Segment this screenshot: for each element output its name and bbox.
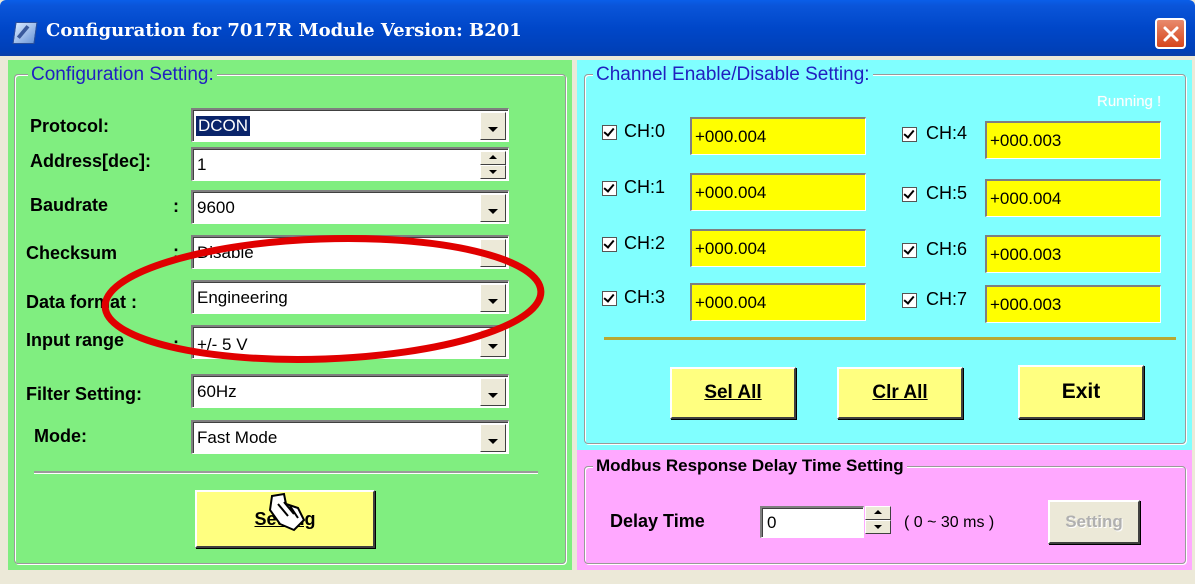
input-range-select[interactable]: +/- 5 V — [191, 325, 509, 359]
mode-label: Mode: — [34, 426, 87, 446]
checksum-label: Checksum — [26, 243, 118, 263]
ch1-checkbox[interactable] — [602, 181, 617, 196]
input-range-label: Input range — [26, 330, 124, 350]
chevron-down-icon[interactable] — [480, 239, 506, 267]
ch4-label: CH:4 — [926, 123, 968, 143]
window-bottom-edge — [0, 570, 1195, 584]
data-format-label: Data format : — [26, 292, 138, 312]
chevron-down-icon[interactable] — [480, 284, 506, 312]
checksum-value: Disable — [197, 243, 254, 262]
ch5-value: +000.004 — [985, 179, 1161, 217]
ch0-checkbox[interactable] — [602, 125, 617, 140]
chevron-down-icon[interactable] — [480, 378, 506, 406]
delay-time-input[interactable]: 0 — [760, 506, 864, 538]
delay-setting-label: Setting — [1065, 512, 1123, 531]
data-format-value: Engineering — [197, 288, 288, 307]
delay-time-spinner[interactable] — [865, 506, 891, 534]
input-range-value: +/- 5 V — [197, 335, 248, 354]
ch7-value: +000.003 — [985, 285, 1161, 323]
checksum-select[interactable]: Disable — [191, 235, 509, 269]
ch0-label: CH:0 — [624, 121, 666, 141]
data-format-select[interactable]: Engineering — [191, 280, 509, 314]
mode-value: Fast Mode — [197, 428, 278, 447]
config-separator — [34, 471, 538, 474]
mode-select[interactable]: Fast Mode — [191, 420, 509, 454]
ch4-value: +000.003 — [985, 121, 1161, 159]
clr-all-button[interactable]: Clr All — [837, 367, 963, 419]
title-bar: Configuration for 7017R Module Version: … — [0, 0, 1195, 56]
hand-cursor-icon — [268, 492, 306, 532]
ch3-value: +000.004 — [690, 283, 866, 321]
window-title: Configuration for 7017R Module Version: … — [46, 20, 522, 41]
exit-button[interactable]: Exit — [1018, 365, 1144, 419]
baudrate-value: 9600 — [197, 198, 235, 217]
address-label: Address[dec]: — [30, 151, 152, 171]
baudrate-colon: : — [173, 196, 179, 216]
delay-time-value: 0 — [767, 513, 777, 532]
chevron-down-icon[interactable] — [480, 194, 506, 222]
protocol-select[interactable]: DCON — [191, 108, 509, 142]
delay-range-text: ( 0 ~ 30 ms ) — [904, 514, 995, 531]
address-spinbox[interactable]: 1 — [191, 147, 509, 181]
ch6-checkbox[interactable] — [902, 243, 917, 258]
ch0-value: +000.004 — [690, 117, 866, 155]
sel-all-label: Sel All — [704, 382, 762, 403]
spin-down-icon[interactable] — [865, 520, 891, 534]
spin-down-icon[interactable] — [480, 165, 506, 179]
protocol-value: DCON — [196, 116, 251, 136]
address-value: 1 — [197, 155, 207, 174]
chevron-down-icon[interactable] — [480, 112, 506, 140]
baudrate-label: Baudrate — [30, 195, 109, 215]
ch3-checkbox[interactable] — [602, 291, 617, 306]
clr-all-label: Clr All — [872, 382, 928, 403]
ch2-checkbox[interactable] — [602, 237, 617, 252]
filter-setting-value: 60Hz — [197, 382, 237, 401]
protocol-label: Protocol: — [30, 116, 109, 136]
ch3-label: CH:3 — [624, 287, 666, 307]
filter-setting-select[interactable]: 60Hz — [191, 374, 509, 408]
modbus-group-title: Modbus Response Delay Time Setting — [593, 456, 907, 476]
ch7-label: CH:7 — [926, 289, 968, 309]
input-range-colon: : — [173, 334, 179, 354]
sel-all-button[interactable]: Sel All — [670, 367, 796, 419]
config-group-title: Configuration Setting: — [28, 64, 217, 86]
address-spinner[interactable] — [480, 151, 506, 179]
delay-time-label: Delay Time — [610, 511, 705, 531]
ch2-value: +000.004 — [690, 229, 866, 267]
close-button[interactable] — [1155, 18, 1186, 49]
close-icon — [1163, 26, 1178, 41]
channel-separator — [604, 337, 1176, 340]
ch1-value: +000.004 — [690, 173, 866, 211]
filter-setting-label: Filter Setting: — [26, 384, 142, 404]
chevron-down-icon[interactable] — [480, 329, 506, 357]
chevron-down-icon[interactable] — [480, 424, 506, 452]
app-icon — [12, 22, 38, 44]
checksum-colon: : — [173, 242, 179, 262]
ch1-label: CH:1 — [624, 177, 666, 197]
ch5-label: CH:5 — [926, 183, 968, 203]
delay-setting-button[interactable]: Setting — [1048, 500, 1140, 544]
channel-group-title: Channel Enable/Disable Setting: — [593, 64, 873, 86]
ch6-value: +000.003 — [985, 235, 1161, 273]
baudrate-select[interactable]: 9600 — [191, 190, 509, 224]
ch4-checkbox[interactable] — [902, 127, 917, 142]
ch6-label: CH:6 — [926, 239, 968, 259]
exit-label: Exit — [1061, 380, 1101, 403]
running-status: Running ! — [1097, 93, 1162, 110]
spin-up-icon[interactable] — [865, 506, 891, 520]
ch5-checkbox[interactable] — [902, 187, 917, 202]
ch7-checkbox[interactable] — [902, 293, 917, 308]
ch2-label: CH:2 — [624, 233, 666, 253]
spin-up-icon[interactable] — [480, 151, 506, 165]
